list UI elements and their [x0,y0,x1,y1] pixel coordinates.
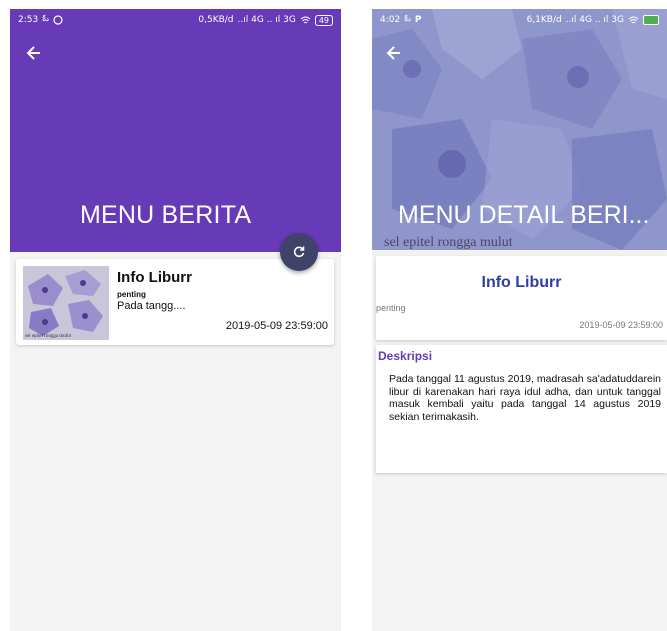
detail-title: Info Liburr [481,274,562,291]
detail-date: 2019-05-09 23:59:00 [579,320,663,330]
arrow-left-icon[interactable] [384,43,404,63]
detail-card: Info Liburr penting 2019-05-09 23:59:00 [376,256,667,340]
news-list-item[interactable]: sel epitel rongga mulut Info Liburr pent… [16,259,334,345]
status-bar: 4:02 ఓ P 6,1KB/d ..ıl 4G .. ıl 3G [372,9,667,31]
battery-icon: 49 [314,14,333,26]
page-title: MENU DETAIL BERI... [398,201,650,229]
news-list-screen: 2:53 ఓ 0,5KB/d ..ıl 4G .. ıl 3G 49 MENU … [10,9,341,631]
news-thumbnail: sel epitel rongga mulut [23,266,109,340]
news-tag: penting [117,290,146,299]
refresh-icon [293,246,305,258]
description-card: Deskripsi Pada tanggal 11 agustus 2019, … [376,345,667,473]
wifi-icon [300,16,311,23]
notification-icon: ఓ [42,14,49,24]
whatsapp-icon [53,15,63,25]
news-title: Info Liburr [117,269,192,286]
status-time: 4:02 [380,15,401,25]
signal-indicators: ..ıl 4G .. ıl 3G [565,15,624,25]
p-icon: P [414,15,422,25]
signal-indicators: ..ıl 4G .. ıl 3G [237,15,296,25]
wifi-icon [628,16,639,23]
description-heading: Deskripsi [378,349,433,363]
news-detail-screen: sel epitel rongga mulut 4:02 ఓ P 6,1KB/d… [372,9,667,631]
page-title: MENU BERITA [80,201,252,229]
status-bar: 2:53 ఓ 0,5KB/d ..ıl 4G .. ıl 3G 49 [10,9,341,31]
detail-tag: penting [376,303,406,313]
arrow-left-icon[interactable] [24,43,44,63]
news-date: 2019-05-09 23:59:00 [225,320,328,332]
notification-icon: ఓ [404,14,411,24]
network-speed: 6,1KB/d [526,15,562,25]
thumbnail-caption: sel epitel rongga mulut [25,334,71,339]
description-body: Pada tanggal 11 agustus 2019, madrasah s… [389,373,661,423]
network-speed: 0,5KB/d [198,15,234,25]
battery-icon [643,15,659,25]
news-preview: Pada tangg.... [117,300,186,312]
image-caption: sel epitel rongga mulut [384,235,513,250]
status-time: 2:53 [18,15,39,25]
refresh-button[interactable] [280,233,318,271]
